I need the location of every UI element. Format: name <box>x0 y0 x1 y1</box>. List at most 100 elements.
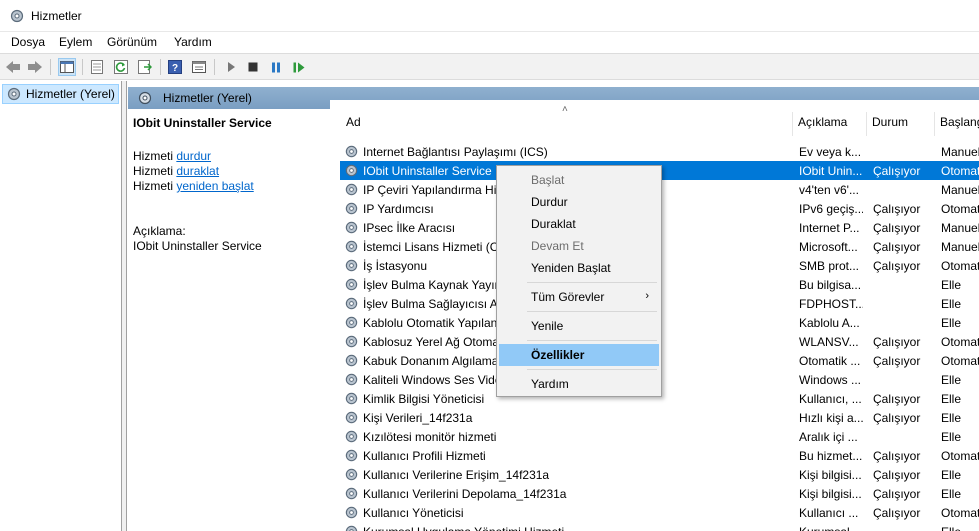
service-gear-icon <box>345 506 358 519</box>
service-gear-icon <box>345 411 358 424</box>
back-arrow-icon[interactable] <box>4 58 22 76</box>
column-description[interactable]: Açıklama <box>798 115 847 129</box>
show-hide-tree-icon[interactable] <box>58 58 76 76</box>
service-gear-icon <box>345 297 358 310</box>
service-startup-cell: Elle <box>941 297 962 311</box>
title-bar: Hizmetler <box>0 0 979 32</box>
service-startup-cell: Elle <box>941 468 962 482</box>
console-view-icon[interactable] <box>190 58 208 76</box>
service-startup-cell: Manuel <box>941 145 979 159</box>
restart-service-icon[interactable] <box>290 58 308 76</box>
service-description-cell: Hızlı kişi a... <box>799 411 863 425</box>
properties-sheet-icon[interactable] <box>88 58 106 76</box>
service-gear-icon <box>345 449 358 462</box>
service-startup-cell: Otomatik <box>941 335 979 349</box>
service-gear-icon <box>345 335 358 348</box>
menu-item-properties[interactable]: Özellikler <box>499 344 659 366</box>
service-detail-panel: IObit Uninstaller Service Hizmeti durdur… <box>128 109 328 531</box>
service-gear-icon <box>345 278 358 291</box>
service-description-cell: Ev veya k... <box>799 145 862 159</box>
service-status-cell: Çalışıyor <box>873 202 921 216</box>
service-name-cell: Kurumsal Uygulama Yönetimi Hizmeti <box>363 525 793 531</box>
stop-link[interactable]: durdur <box>176 149 211 163</box>
service-status-cell: Çalışıyor <box>873 506 921 520</box>
service-startup-cell: Manuel <box>941 240 979 254</box>
selected-service-name: IObit Uninstaller Service <box>133 116 272 130</box>
help-icon[interactable]: ? <box>166 58 184 76</box>
pause-service-icon[interactable] <box>267 58 285 76</box>
service-gear-icon <box>345 240 358 253</box>
menu-help[interactable]: Yardım <box>174 35 212 49</box>
table-row[interactable]: Kurumsal Uygulama Yönetimi Hizmeti Kurums… <box>340 522 979 531</box>
forward-arrow-icon[interactable] <box>26 58 44 76</box>
menu-bar: Dosya Eylem Görünüm Yardım <box>0 32 979 53</box>
service-description-cell: FDPHOST... <box>799 297 863 311</box>
table-row[interactable]: Kullanıcı Verilerini Depolama_14f231a Kiş… <box>340 484 979 503</box>
restart-link[interactable]: yeniden başlat <box>176 179 253 193</box>
menu-item-help[interactable]: Yardım <box>499 373 659 395</box>
service-description-cell: Internet P... <box>799 221 860 235</box>
service-startup-cell: Otomatik <box>941 164 979 178</box>
service-name-cell: Kullanıcı Profili Hizmeti <box>363 449 486 463</box>
pause-link[interactable]: duraklat <box>176 164 219 178</box>
stop-service-icon[interactable] <box>244 58 262 76</box>
service-startup-cell: Otomatik <box>941 354 979 368</box>
export-list-icon[interactable] <box>136 58 154 76</box>
menu-view[interactable]: Görünüm <box>107 35 157 49</box>
refresh-icon[interactable] <box>112 58 130 76</box>
service-description-cell: IObit Unin... <box>799 164 863 178</box>
tree-item-services-local[interactable]: Hizmetler (Yerel) <box>2 84 119 104</box>
table-row[interactable]: Kullanıcı Verilerine Erişim_14f231a Kişi … <box>340 465 979 484</box>
table-row[interactable]: Kişi Verileri_14f231a Hızlı kişi a... Çalı… <box>340 408 979 427</box>
service-status-cell: Çalışıyor <box>873 392 921 406</box>
service-description-cell: Bu bilgisa... <box>799 278 862 292</box>
service-startup-cell: Elle <box>941 411 962 425</box>
service-startup-cell: Otomatik <box>941 506 979 520</box>
service-status-cell: Çalışıyor <box>873 240 921 254</box>
service-startup-cell: Otomatik <box>941 449 979 463</box>
service-startup-cell: Manuel <box>941 183 979 197</box>
start-service-icon[interactable] <box>222 58 240 76</box>
service-name-cell: Internet Bağlantısı Paylaşımı (ICS) <box>363 145 548 159</box>
table-row[interactable]: Internet Bağlantısı Paylaşımı (ICS) Ev ve… <box>340 142 979 161</box>
service-startup-cell: Elle <box>941 373 962 387</box>
service-gear-icon <box>345 316 358 329</box>
service-description-cell: IPv6 geçiş... <box>799 202 863 216</box>
services-gear-icon <box>7 87 21 101</box>
menu-action[interactable]: Eylem <box>59 35 92 49</box>
service-gear-icon <box>345 392 358 405</box>
tree-item-label: Hizmetler (Yerel) <box>26 87 115 101</box>
service-description-cell: Otomatik ... <box>799 354 861 368</box>
service-status-cell: Çalışıyor <box>873 259 921 273</box>
column-name[interactable]: Ad <box>346 115 361 129</box>
service-startup-cell: Otomatik <box>941 259 979 273</box>
pane-splitter[interactable] <box>122 81 127 531</box>
menu-file[interactable]: Dosya <box>11 35 45 49</box>
menu-item-pause[interactable]: Duraklat <box>499 213 659 235</box>
menu-item-start[interactable]: Başlat <box>499 169 659 191</box>
service-status-cell: Çalışıyor <box>873 354 921 368</box>
menu-item-resume[interactable]: Devam Et <box>499 235 659 257</box>
service-description-cell: Kablolu A... <box>799 316 860 330</box>
table-row[interactable]: Kullanıcı Yöneticisi Kullanıcı ... Çalışıy… <box>340 503 979 522</box>
service-startup-cell: Elle <box>941 487 962 501</box>
console-tree: Hizmetler (Yerel) <box>0 81 122 531</box>
action-pause: Hizmeti duraklat <box>133 164 220 178</box>
column-status[interactable]: Durum <box>872 115 908 129</box>
table-row[interactable]: Kızılötesi monitör hizmeti Aralık içi ...… <box>340 427 979 446</box>
service-description-cell: Aralık içi ... <box>799 430 858 444</box>
service-gear-icon <box>345 373 358 386</box>
description-label: Açıklama: <box>133 224 186 238</box>
table-row[interactable]: Kullanıcı Profili Hizmeti Bu hizmet... Çal… <box>340 446 979 465</box>
action-restart: Hizmeti yeniden başlat <box>133 179 254 193</box>
column-startup-type[interactable]: Başlangıç <box>940 115 979 129</box>
service-status-cell: Çalışıyor <box>873 487 921 501</box>
menu-item-refresh[interactable]: Yenile <box>499 315 659 337</box>
menu-item-restart[interactable]: Yeniden Başlat <box>499 257 659 279</box>
service-gear-icon <box>345 183 358 196</box>
menu-item-stop[interactable]: Durdur <box>499 191 659 213</box>
service-description-cell: Kullanıcı, ... <box>799 392 862 406</box>
service-gear-icon <box>345 468 358 481</box>
menu-item-all-tasks[interactable]: Tüm Görevler › <box>499 286 659 308</box>
service-status-cell: Çalışıyor <box>873 221 921 235</box>
